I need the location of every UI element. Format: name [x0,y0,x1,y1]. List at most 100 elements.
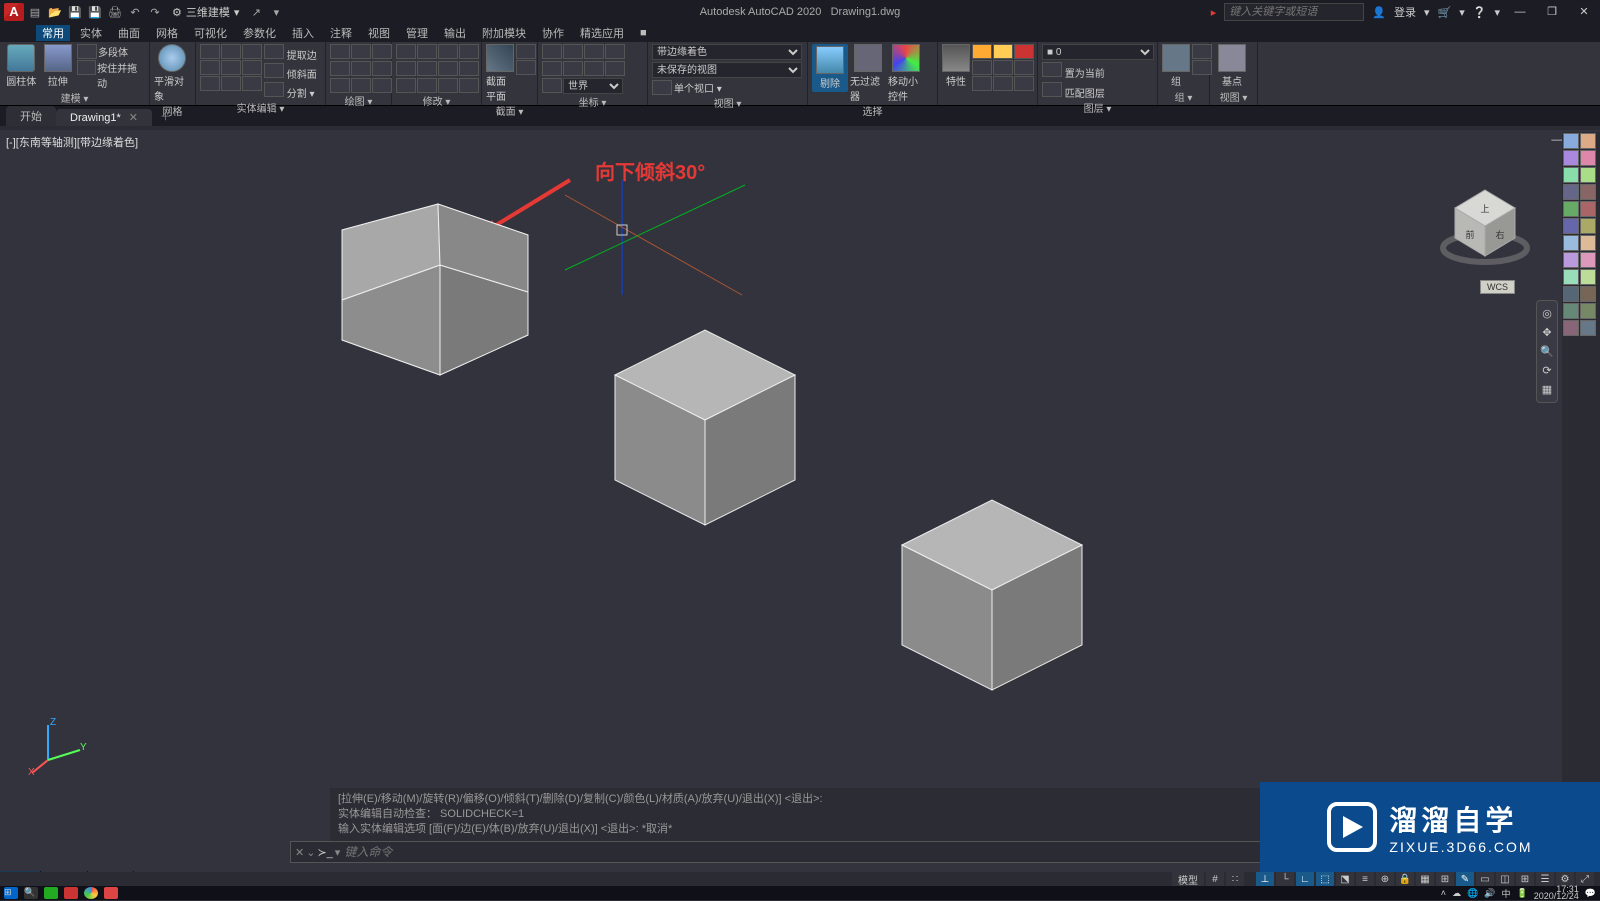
sun-icon[interactable] [993,44,1013,59]
fillet-icon[interactable] [200,60,220,75]
notification-icon[interactable]: 💬 [1585,888,1596,899]
panel-label-coord[interactable]: 坐标 ▾ [542,94,643,110]
move-icon[interactable] [396,44,416,59]
ortho-toggle[interactable]: ⊥ [1256,872,1274,886]
lineweight-toggle[interactable]: ▦ [1416,872,1434,886]
clock-date[interactable]: 2020/12/24 [1534,893,1579,900]
ucs-icon5[interactable] [542,61,562,76]
section-plane-button[interactable]: 截面平面 [486,44,514,103]
workspace-switcher[interactable]: ⚙ 三维建模 ▾ [172,4,239,20]
panel-label-layer[interactable]: 图层 ▾ [1042,100,1153,116]
rotate-icon[interactable] [417,44,437,59]
tray-battery-icon[interactable]: 🔋 [1517,888,1528,899]
tab-output[interactable]: 输出 [438,25,472,41]
undo-icon[interactable]: ↶ [126,3,144,21]
vp-minimize[interactable]: — [1551,134,1562,147]
trim-icon[interactable] [438,44,458,59]
restore-button[interactable]: ❐ [1540,3,1564,21]
section-icon2[interactable] [516,60,536,75]
presspull-icon[interactable] [77,60,96,75]
panel-label-select[interactable]: 选择 [812,103,933,119]
base-view-button[interactable]: 基点 [1214,44,1250,88]
panel-label-group[interactable]: 组 ▾ [1162,89,1205,105]
match-layer-button[interactable]: 匹配图层 [1042,82,1105,100]
intersect-icon[interactable] [242,44,262,59]
palette-icon[interactable] [1563,252,1579,268]
pan-icon[interactable]: ✥ [1542,326,1551,339]
erase-icon[interactable] [438,78,458,93]
tray-ime-icon[interactable]: 中 [1502,887,1511,900]
palette-icon[interactable] [1580,286,1596,302]
tab-surface[interactable]: 曲面 [112,25,146,41]
palette-icon[interactable] [1563,167,1579,183]
open-icon[interactable]: 📂 [46,3,64,21]
steering-wheel-icon[interactable]: ◎ [1542,307,1552,320]
annotation-toggle[interactable]: ▭ [1476,872,1494,886]
zoom-icon[interactable]: 🔍 [1540,345,1554,358]
tray-up-icon[interactable]: ˄ [1441,888,1446,898]
tray-network-icon[interactable]: 🌐 [1467,888,1478,899]
line-icon[interactable] [330,44,350,59]
culling-button[interactable]: 剔除 [812,44,848,92]
isodraft-toggle[interactable]: ∟ [1296,872,1314,886]
mirror-icon[interactable] [417,61,437,76]
visual-style-select[interactable]: 带边缘着色 [652,44,802,60]
workspace-toggle[interactable]: ◫ [1496,872,1514,886]
chrome-app[interactable] [84,887,98,899]
ucs-icon1[interactable] [542,44,562,59]
viewport-label[interactable]: [-][东南等轴测][带边缘着色] [6,134,138,150]
ucs-select[interactable]: 世界 [563,78,623,94]
saveas-icon[interactable]: 💾 [86,3,104,21]
osnap-toggle[interactable]: ⬚ [1316,872,1334,886]
offset-icon[interactable] [242,60,262,75]
wcs-badge[interactable]: WCS [1480,280,1515,294]
plot-icon[interactable]: 🖨 [106,3,124,21]
palette-icon[interactable] [1563,150,1579,166]
signin-button[interactable]: 登录 [1394,4,1416,20]
tab-insert[interactable]: 插入 [286,25,320,41]
layer-select[interactable]: ■ 0 [1042,44,1154,60]
palette-icon[interactable] [1563,201,1579,217]
otrack-toggle[interactable]: ≡ [1356,872,1374,886]
pline-icon[interactable] [351,44,371,59]
palette-icon[interactable] [1580,150,1596,166]
panel-label-solidedit[interactable]: 实体编辑 ▾ [200,100,321,116]
palette-icon[interactable] [1563,320,1579,336]
add-tab-button[interactable]: ＋ [152,106,179,126]
p5-icon[interactable] [993,76,1013,91]
minimize-button[interactable]: — [1508,3,1532,21]
save-icon[interactable]: 💾 [66,3,84,21]
extract-edges-button[interactable]: 提取边 [264,44,317,62]
section-icon1[interactable] [516,44,536,59]
tab-express[interactable]: ■ [634,27,653,39]
close-tab-icon[interactable]: ✕ [129,112,138,124]
viewport-button[interactable]: 单个视口 ▾ [674,80,722,95]
start-button[interactable]: ⊞ [4,887,18,899]
help-icon[interactable]: ❔ [1473,6,1487,19]
3dosnap-toggle[interactable]: ⬔ [1336,872,1354,886]
palette-icon[interactable] [1563,303,1579,319]
rect-icon[interactable] [351,61,371,76]
autocad-app[interactable] [64,887,78,899]
p6-icon[interactable] [1014,76,1034,91]
cart-icon[interactable]: 🛒 [1438,6,1452,19]
panel-label-view2[interactable]: 视图 ▾ [1214,89,1253,105]
palette-icon[interactable] [1563,286,1579,302]
gizmo-button[interactable]: 移动小控件 [888,44,924,103]
separate-button[interactable]: 分割 ▾ [264,82,317,100]
grid-toggle[interactable]: # [1206,872,1224,886]
close-button[interactable]: ✕ [1572,3,1596,21]
ucs-icon6[interactable] [563,61,583,76]
tab-annotate[interactable]: 注释 [324,25,358,41]
arc-icon[interactable] [330,61,350,76]
tab-featured[interactable]: 精选应用 [574,25,630,41]
tab-collab[interactable]: 协作 [536,25,570,41]
palette-icon[interactable] [1563,269,1579,285]
viewport-icon[interactable] [652,80,672,95]
tab-parametric[interactable]: 参数化 [237,25,282,41]
cmd-close-icon[interactable]: ✕ [295,846,304,859]
start-tab[interactable]: 开始 [6,106,56,126]
hatch-icon[interactable] [351,78,371,93]
selection-cycling[interactable]: ✎ [1456,872,1474,886]
new-icon[interactable]: ▤ [26,3,44,21]
